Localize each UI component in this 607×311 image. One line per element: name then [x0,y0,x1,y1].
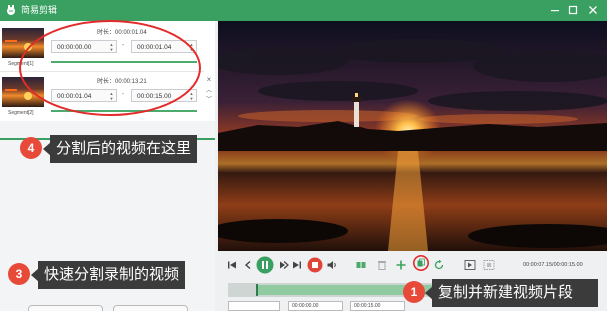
highlight-ellipse [19,20,201,116]
split-button[interactable] [28,305,103,311]
bottom-toolbar: 00:00:00.00 00:00:15.00 [228,301,607,311]
split-icon[interactable] [355,259,367,271]
skip-start-icon[interactable] [226,259,238,271]
skip-end-icon[interactable] [291,259,303,271]
time-readout: 00:00:07.15/00:00:15.00 [523,262,583,268]
mark-in-icon[interactable] [464,259,476,271]
video-frame [218,21,607,251]
minimize-icon[interactable] [548,3,562,17]
add-icon[interactable] [395,259,407,271]
delete-icon[interactable] [376,259,388,271]
stop-icon[interactable] [307,257,323,273]
prev-frame-icon[interactable] [242,259,254,271]
callout-split: 快速分割录制的视频 [38,261,186,289]
clip-time-field[interactable]: 00:00:00.00 [288,301,343,311]
video-preview[interactable] [218,21,607,251]
close-icon[interactable] [586,3,600,17]
copy-segment-icon[interactable] [413,255,429,271]
timeline-start-handle[interactable] [256,284,258,296]
step-badge-3: 3 [8,263,30,285]
volume-icon[interactable] [326,259,338,271]
playback-controls: 00:00:07.15/00:00:15.00 [218,251,607,281]
pause-icon[interactable] [256,256,274,274]
merge-button[interactable] [113,305,188,311]
mark-out-icon[interactable] [483,259,495,271]
maximize-icon[interactable] [566,3,580,17]
editor-window: 简易剪辑 时长：00:00:01.04 00:00:00.00 ▲ ▼ - 00:… [0,0,607,311]
next-frame-icon[interactable] [278,259,290,271]
clip-end-field[interactable]: 00:00:15.00 [350,301,405,311]
reset-icon[interactable] [433,259,445,271]
window-title: 简易剪辑 [21,5,58,15]
step-badge-4: 4 [20,137,42,159]
clip-start-field[interactable] [228,301,280,311]
app-logo-icon [7,5,15,15]
step-badge-1: 1 [403,281,425,303]
callout-segments: 分割后的视频在这里 [50,135,198,163]
